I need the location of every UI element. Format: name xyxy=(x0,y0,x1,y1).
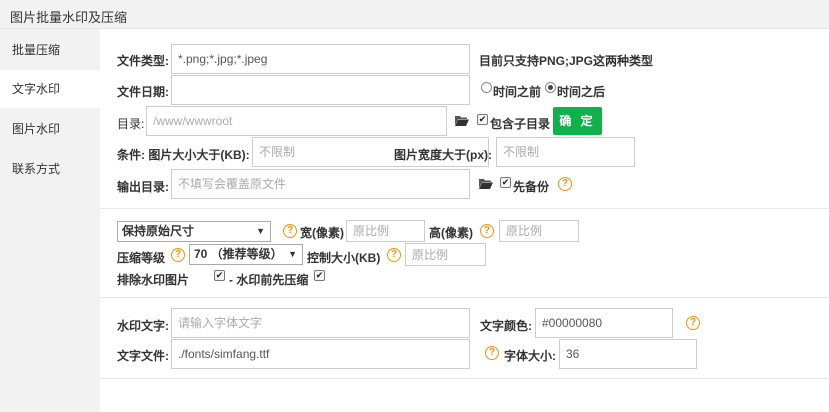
main-panel: 文件类型: 目前只支持PNG;JPG这两种类型 文件日期: 时间之前 时间之后 … xyxy=(100,29,829,412)
output-dir-label: 输出目录: xyxy=(117,180,169,194)
section-divider xyxy=(100,208,829,209)
section-divider xyxy=(100,378,829,379)
window-titlebar: 图片批量水印及压缩 xyxy=(0,0,829,29)
font-file-label: 文字文件: xyxy=(117,349,169,363)
question-circle-icon[interactable]: ? xyxy=(485,346,499,360)
file-type-note: 目前只支持PNG;JPG这两种类型 xyxy=(479,54,654,68)
font-size-input[interactable] xyxy=(559,339,697,369)
font-file-input[interactable] xyxy=(171,339,470,369)
sidebar-item-image-watermark[interactable]: 图片水印 xyxy=(0,110,100,148)
radio-time-after-label: 时间之后 xyxy=(557,85,606,99)
exclude-watermark-label: 排除水印图片 xyxy=(117,273,190,287)
question-circle-icon[interactable]: ? xyxy=(283,224,297,238)
output-dir-input[interactable] xyxy=(171,169,470,199)
radio-time-before[interactable] xyxy=(481,82,492,93)
folder-open-icon[interactable] xyxy=(455,115,469,126)
compress-level-select[interactable]: 70 （推荐等级） ▼ xyxy=(189,244,303,265)
sidebar-item-contact[interactable]: 联系方式 xyxy=(0,150,100,188)
width-pixels-input[interactable] xyxy=(346,220,425,242)
question-circle-icon[interactable]: ? xyxy=(171,248,185,262)
question-circle-icon[interactable]: ? xyxy=(686,316,700,330)
sidebar-item-text-watermark[interactable]: 文字水印 xyxy=(0,70,100,108)
radio-time-after[interactable] xyxy=(545,82,556,93)
question-circle-icon[interactable]: ? xyxy=(387,248,401,262)
question-circle-icon[interactable]: ? xyxy=(480,224,494,238)
size-mode-value: 保持原始尺寸 xyxy=(122,224,195,238)
directory-label: 目录: xyxy=(117,117,145,131)
condition-width-input[interactable] xyxy=(496,137,635,167)
text-color-label: 文字颜色: xyxy=(480,319,532,333)
confirm-button[interactable]: 确 定 xyxy=(553,107,602,135)
backup-checkbox[interactable]: ✔ xyxy=(500,177,511,188)
precompress-checkbox[interactable]: ✔ xyxy=(314,270,325,281)
file-date-label: 文件日期: xyxy=(117,85,169,99)
directory-input[interactable] xyxy=(146,106,447,136)
radio-time-before-label: 时间之前 xyxy=(493,85,542,99)
include-subdir-label: 包含子目录 xyxy=(490,117,551,131)
width-pixels-label: 宽(像素) xyxy=(300,226,344,240)
file-type-input[interactable] xyxy=(171,44,470,74)
compress-level-value: 70 （推荐等级） xyxy=(194,247,283,261)
sidebar-item-batch-compress[interactable]: 批量压缩 xyxy=(0,31,100,69)
condition-size-label: 条件: 图片大小大于(KB): xyxy=(117,148,250,162)
section-divider xyxy=(100,297,829,298)
backup-label: 先备份 xyxy=(513,180,550,194)
height-pixels-label: 高(像素) xyxy=(429,226,473,240)
exclude-watermark-checkbox[interactable]: ✔ xyxy=(214,270,225,281)
size-mode-select[interactable]: 保持原始尺寸 ▼ xyxy=(117,221,271,242)
watermark-text-input[interactable] xyxy=(171,308,470,338)
question-circle-icon[interactable]: ? xyxy=(558,177,572,191)
font-size-label: 字体大小: xyxy=(504,349,556,363)
compress-level-label: 压缩等级 xyxy=(117,251,166,265)
control-size-input[interactable] xyxy=(405,243,486,266)
height-pixels-input[interactable] xyxy=(499,220,579,242)
include-subdir-checkbox[interactable]: ✔ xyxy=(477,114,488,125)
dropdown-arrow-icon: ▼ xyxy=(288,249,297,259)
dropdown-arrow-icon: ▼ xyxy=(256,226,265,236)
file-date-input[interactable] xyxy=(171,75,470,105)
folder-open-icon[interactable] xyxy=(479,178,493,189)
text-color-input[interactable] xyxy=(535,308,673,338)
condition-width-label: 图片宽度大于(px): xyxy=(394,148,492,162)
window-title: 图片批量水印及压缩 xyxy=(10,10,128,25)
control-size-label: 控制大小(KB) xyxy=(307,251,381,265)
file-type-label: 文件类型: xyxy=(117,54,169,68)
precompress-label: - 水印前先压缩 xyxy=(229,273,309,287)
watermark-text-label: 水印文字: xyxy=(117,319,169,333)
sidebar: 批量压缩 文字水印 图片水印 联系方式 xyxy=(0,29,100,412)
